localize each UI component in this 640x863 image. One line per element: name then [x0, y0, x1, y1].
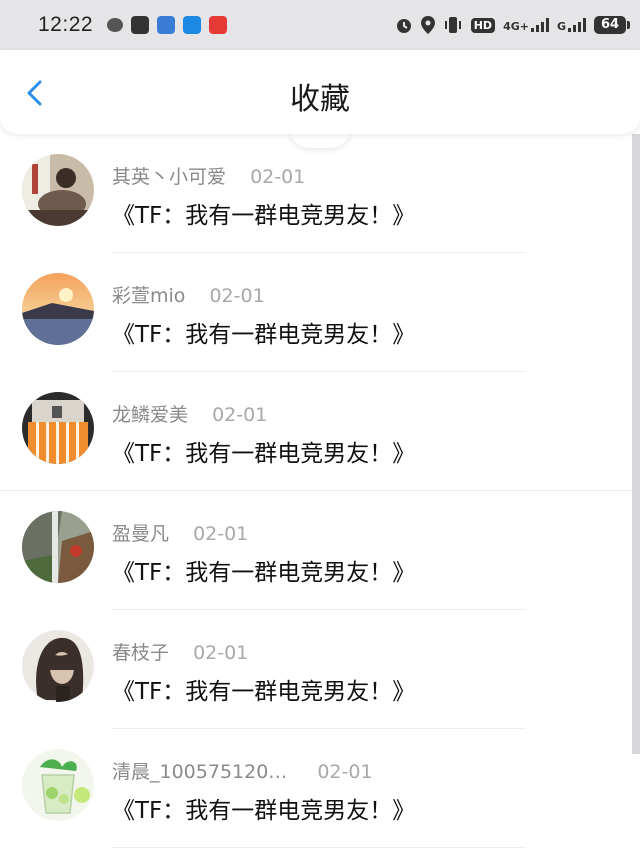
favorites-list: 其英丶小可爱 02-01 《TF：我有一群电竞男友！》 彩萱mio 02-01 …: [0, 134, 632, 848]
item-title[interactable]: 《TF：我有一群电竞男友！》: [112, 434, 415, 468]
username[interactable]: 其英丶小可爱: [112, 166, 226, 188]
avatar: [22, 630, 94, 702]
location-icon: [420, 16, 435, 34]
item-title[interactable]: 《TF：我有一群电竞男友！》: [112, 315, 415, 349]
wechat-icon: [107, 18, 124, 32]
item-title[interactable]: 《TF：我有一群电竞男友！》: [112, 672, 415, 706]
header: 收藏: [0, 50, 640, 134]
avatar: [22, 749, 94, 821]
divider: [112, 847, 526, 848]
item-date: 02-01: [317, 761, 373, 783]
item-meta: 盈曼凡 02-01: [112, 519, 248, 546]
avatar: [22, 154, 94, 226]
list-item[interactable]: 春枝子 02-01 《TF：我有一群电竞男友！》: [0, 610, 632, 729]
hd-label: HD: [470, 17, 496, 33]
item-date: 02-01: [209, 285, 265, 307]
signal-g: G: [557, 18, 586, 32]
item-meta: 春枝子 02-01: [112, 638, 248, 665]
app-notification-icon: [157, 16, 176, 34]
network-label: 4G+: [503, 20, 529, 33]
page-title: 收藏: [290, 82, 350, 117]
app-notification-icon-2: [183, 16, 202, 34]
item-date: 02-01: [212, 404, 268, 426]
list-item[interactable]: 盈曼凡 02-01 《TF：我有一群电竞男友！》: [0, 491, 632, 610]
list-item[interactable]: 彩萱mio 02-01 《TF：我有一群电竞男友！》: [0, 253, 632, 372]
username[interactable]: 彩萱mio: [112, 285, 185, 307]
username[interactable]: 清晨_100575120…: [112, 761, 287, 783]
list-item[interactable]: 清晨_100575120… 02-01 《TF：我有一群电竞男友！》: [0, 729, 632, 848]
status-bar: 12:22 HD 4G+ G 64: [0, 0, 640, 50]
battery-indicator: 64: [594, 16, 630, 34]
username[interactable]: 龙鳞爱美: [112, 404, 188, 426]
list-item[interactable]: 其英丶小可爱 02-01 《TF：我有一群电竞男友！》: [0, 134, 632, 253]
item-meta: 龙鳞爱美 02-01: [112, 400, 267, 427]
signal-4g: 4G+: [503, 18, 549, 32]
vibrate-icon: [444, 17, 461, 33]
username[interactable]: 盈曼凡: [112, 523, 169, 545]
alarm-icon: [396, 19, 411, 33]
avatar: [22, 392, 94, 464]
item-meta: 其英丶小可爱 02-01: [112, 162, 305, 189]
item-date: 02-01: [250, 166, 306, 188]
status-time: 12:22: [38, 13, 94, 36]
item-date: 02-01: [193, 642, 249, 664]
status-indicators: HD 4G+ G 64: [387, 16, 630, 34]
signal-g-label: G: [556, 20, 566, 33]
app-notification-icon-3: [209, 16, 228, 34]
item-meta: 彩萱mio 02-01: [112, 281, 265, 308]
avatar: [22, 511, 94, 583]
tiktok-icon: [131, 16, 150, 34]
item-date: 02-01: [193, 523, 249, 545]
item-title[interactable]: 《TF：我有一群电竞男友！》: [112, 196, 415, 230]
item-title[interactable]: 《TF：我有一群电竞男友！》: [112, 791, 415, 825]
signal-bars-icon: [530, 18, 549, 32]
list-item[interactable]: 龙鳞爱美 02-01 《TF：我有一群电竞男友！》: [0, 372, 632, 491]
signal-bars-icon-2: [568, 18, 586, 32]
item-meta: 清晨_100575120… 02-01: [112, 757, 373, 784]
item-title[interactable]: 《TF：我有一群电竞男友！》: [112, 553, 415, 587]
avatar: [22, 273, 94, 345]
scrollbar[interactable]: [632, 134, 640, 754]
username[interactable]: 春枝子: [112, 642, 169, 664]
